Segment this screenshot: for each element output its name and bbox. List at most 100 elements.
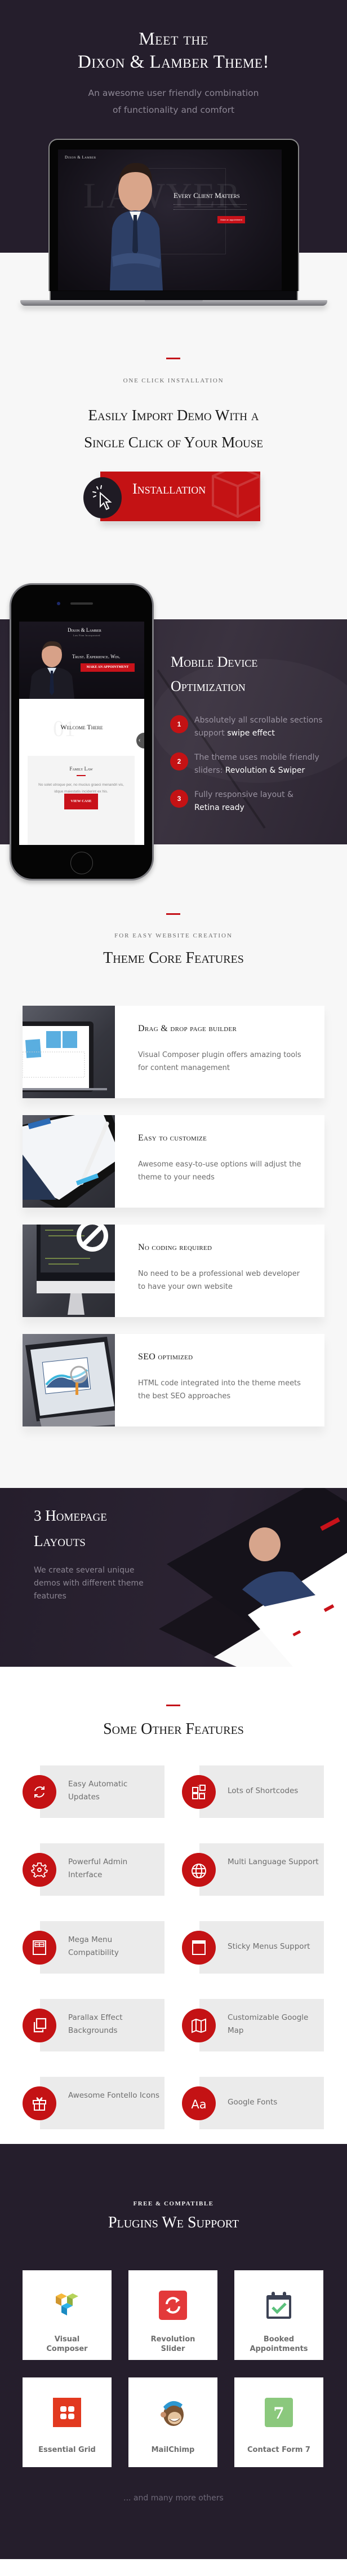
phone-speaker	[70, 602, 93, 605]
cube-icon	[212, 472, 260, 518]
svg-text:Aa: Aa	[191, 2098, 206, 2111]
lawyer-photo	[110, 162, 163, 290]
core-kicker: FOR EASY WEBSITE CREATION	[114, 932, 233, 939]
phone-slider-arrow-icon: ‹	[136, 733, 144, 748]
phone-view-case-button: VIEW CASE	[64, 794, 98, 809]
hero-title-line1: Meet the	[139, 28, 208, 49]
feature-item: Easy Automatic Updates	[23, 1765, 164, 1818]
plugin-label-line2: Composer	[46, 2345, 88, 2353]
hero-title-line2: Dixon & Lamber Theme!	[78, 52, 269, 72]
plugin-label-line1: MailChimp	[151, 2446, 195, 2454]
imac-code-image	[23, 1225, 115, 1317]
feature-item-label: Sticky Menus Support	[228, 1942, 310, 1951]
core-feature-card: SEO optimized HTML code integrated into …	[23, 1334, 324, 1426]
number-badge: 3	[170, 790, 188, 808]
feature-item-label: Google Fonts	[228, 2098, 278, 2107]
plugin-label: Revolution Slider	[128, 2335, 217, 2354]
item-highlight: Retina ready	[194, 803, 244, 812]
feature-item-label: Multi Language Support	[228, 1857, 319, 1866]
core-feature-card: Easy to customize Awesome easy-to-use op…	[23, 1115, 324, 1208]
visual-composer-logo-icon	[56, 2293, 78, 2315]
plugin-label-line1: Visual	[54, 2335, 80, 2344]
core-card-text: Awesome easy-to-use options will adjust …	[138, 1160, 301, 1182]
item-highlight: Revolution & Swiper	[225, 766, 305, 775]
feature-item-label: Awesome Fontello Icons	[68, 2091, 160, 2100]
gear-icon	[23, 1853, 56, 1887]
phone-headline: Trust. Experience. Win.	[72, 654, 121, 659]
phone-logo-sub: Law Firm Incorporated	[73, 634, 100, 637]
feature-item-label: Mega Menu Compatibility	[68, 1935, 119, 1957]
plugin-label-line1: Essential Grid	[38, 2446, 96, 2454]
core-card-text: No need to be a professional web develop…	[138, 1270, 300, 1291]
plugins-more-text: ... and many more others	[123, 2494, 224, 2503]
laptop-notch	[145, 300, 203, 302]
sticky-menu-icon	[182, 1931, 216, 1965]
phone-screen: Dixon & Lamber Law Firm Incorporated Tru…	[19, 622, 144, 845]
phone-logo: Dixon & Lamber	[68, 627, 101, 633]
installation-button[interactable]: Installation	[100, 472, 260, 521]
core-card-title: SEO optimized	[138, 1352, 193, 1362]
section-accent-bar	[166, 913, 180, 915]
core-card-text: HTML code integrated into the theme meet…	[138, 1379, 301, 1401]
feature-item-label: Easy Automatic Updates	[68, 1780, 128, 1802]
install-title-line2: Single Click of Your Mouse	[84, 434, 263, 451]
other-features-title: Some Other Features	[103, 1720, 244, 1738]
cursor-click-icon	[83, 477, 122, 518]
installation-button-label: Installation	[132, 481, 206, 497]
feature-item: Lots of Shortcodes	[182, 1765, 324, 1818]
feature-item-label: Lots of Shortcodes	[228, 1786, 299, 1795]
plugin-card: Essential Grid	[23, 2377, 112, 2467]
plugin-card: Booked Appointments	[234, 2270, 323, 2360]
screen-body-text	[174, 204, 247, 210]
phone-card-title: Family Law	[69, 766, 93, 772]
gift-icon	[23, 2086, 56, 2120]
core-feature-card: Drag & drop page builder Visual Composer…	[23, 1006, 324, 1098]
hero-subtitle-line2: of functionality and comfort	[112, 105, 235, 115]
plugin-label: Booked Appointments	[234, 2335, 323, 2354]
layouts-title-line1: 3 Homepage	[34, 1507, 107, 1524]
install-title-line1: Easily Import Demo With a	[88, 407, 259, 424]
plugin-label-line2: Slider	[161, 2345, 185, 2353]
mobile-title: Mobile Device Optimization	[171, 650, 257, 698]
section-accent-bar	[166, 1705, 180, 1706]
core-card-text: Visual Composer plugin offers amazing to…	[138, 1051, 301, 1072]
number-badge: 1	[170, 715, 188, 733]
core-card-title: Drag & drop page builder	[138, 1024, 237, 1033]
plugin-label-line1: Booked	[263, 2335, 295, 2344]
hero-subtitle-line1: An awesome user friendly combination	[88, 88, 259, 98]
booked-calendar-icon	[266, 2292, 291, 2319]
layouts-text: We create several unique demos with diff…	[34, 1566, 144, 1601]
plugin-label: Visual Composer	[23, 2335, 112, 2354]
mobile-title-line1: Mobile Device	[171, 654, 258, 670]
install-title: Easily Import Demo With a Single Click o…	[0, 402, 347, 456]
phone-lawyer-photo	[29, 641, 74, 699]
phone-welcome-title: Welcome There	[60, 723, 103, 731]
layouts-title: 3 Homepage Layouts	[34, 1503, 107, 1554]
feature-item: Multi Language Support	[182, 1843, 324, 1896]
number-badge: 2	[170, 752, 188, 770]
layers-icon	[23, 2009, 56, 2042]
plugin-card: Revolution Slider	[128, 2270, 217, 2360]
feature-item: Aa Google Fonts	[182, 2077, 324, 2129]
mobile-title-line2: Optimization	[171, 678, 246, 694]
layouts-section: 3 Homepage Layouts We create several uni…	[0, 1488, 347, 1667]
screen-headline: Every Client Matters	[174, 191, 240, 200]
phone-home-button	[70, 852, 93, 874]
feature-item-label: Customizable Google Map	[228, 2013, 309, 2035]
map-icon	[182, 2009, 216, 2042]
globe-icon	[182, 1853, 216, 1887]
font-aa-icon: Aa	[182, 2086, 216, 2120]
install-kicker: ONE CLICK INSTALLATION	[123, 377, 224, 384]
footer-strip	[0, 2559, 347, 2576]
core-title: Theme Core Features	[103, 949, 244, 967]
feature-item: Mega Menu Compatibility	[23, 1921, 164, 1974]
plugin-label-line1: Revolution	[150, 2335, 195, 2344]
core-card-title: No coding required	[138, 1243, 212, 1252]
hero-subtitle: An awesome user friendly combination of …	[0, 85, 347, 118]
plugins-kicker: FREE & COMPATIBLE	[133, 2200, 214, 2207]
core-feature-card: No coding required No need to be a profe…	[23, 1225, 324, 1317]
plugin-label: MailChimp	[128, 2445, 217, 2455]
shortcodes-grid-icon	[182, 1775, 216, 1809]
plugin-card: MailChimp	[128, 2377, 217, 2467]
phone-appointment-button: MAKE AN APPOINTMENT	[81, 663, 135, 672]
